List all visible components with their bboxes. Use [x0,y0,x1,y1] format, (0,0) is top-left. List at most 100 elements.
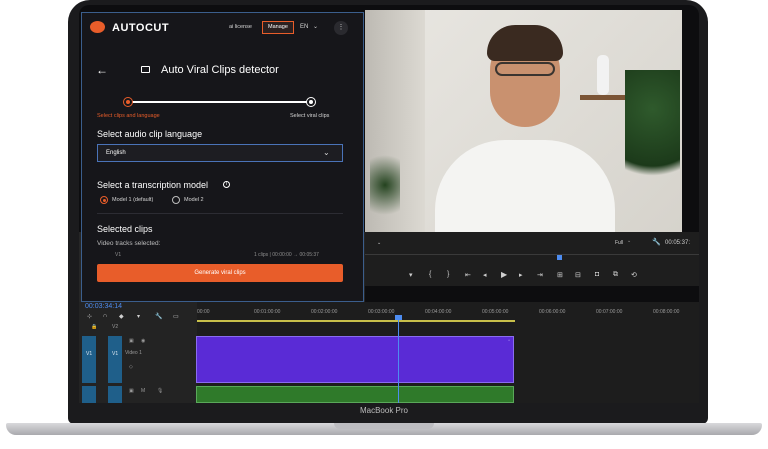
chevron-down-icon[interactable]: ⌄ [627,238,631,244]
work-area-bar[interactable] [197,320,515,322]
transport-controls: ▾ { } ⇤ ◂ ▶ ▸ ⇥ ⊞ ⊟ ◘ ⧉ ⟲ [365,266,699,286]
overwrite-icon[interactable]: ⊟ [575,271,581,279]
video-vase [597,55,609,95]
wrench-icon[interactable]: 🔧 [652,238,661,246]
sequence-timecode[interactable]: 00:03:34:14 [85,303,122,310]
camera-icon[interactable]: ▣ [129,338,134,344]
autocut-logo-icon [90,21,105,33]
captions-icon[interactable]: ▭ [173,313,179,320]
track-name: V1 [115,252,122,258]
audio-language-select[interactable]: English [97,144,343,162]
video-person-shirt [435,140,615,232]
ruler-tick-label: 00:02:00:00 [311,309,338,315]
marker-icon[interactable]: ▾ [137,313,140,320]
fx-badge: ▫ [508,338,510,344]
keyframe-icon[interactable]: ◇ [129,364,133,370]
a1-target-track[interactable] [108,386,122,403]
chevron-down-icon[interactable]: ⌄ [323,148,330,157]
mute-label[interactable]: M [141,388,145,394]
autocut-brand: AUTOCUT [112,22,170,34]
clips-summary[interactable]: 1 clips | 00:00:00 → 00:05:37 [254,252,319,258]
program-monitor-video [365,10,682,232]
section-divider [97,213,343,214]
chevron-down-icon[interactable]: ⌄ [377,240,381,246]
marker-icon[interactable]: ▾ [409,271,413,279]
add-edit-icon[interactable]: ◆ [119,313,124,320]
v1-label: V1 [112,351,119,357]
program-playhead[interactable] [557,255,562,260]
wrench-icon[interactable]: 🔧 [155,313,162,320]
play-icon[interactable]: ▶ [501,270,507,279]
ruler-tick-label: 00:01:00:00 [254,309,281,315]
eye-icon[interactable]: ◉ [141,338,145,344]
video-plant-left [370,145,400,225]
ruler-tick-label: 00:03:00:00 [368,309,395,315]
v1-target-track[interactable]: V1 [108,336,122,383]
program-timecode: 00:05:37: [665,240,691,246]
link-icon[interactable]: ∩ [103,313,107,319]
mark-out-icon[interactable]: } [447,271,449,278]
timeline-track-headers: ⊹ ∩ ◆ ▾ 🔧 ▭ 🔒 V2 ▣ ◉ Video 1 ◇ ▣ M 🎙 [79,302,197,403]
go-to-in-icon[interactable]: ⇤ [465,271,471,279]
ruler-tick-label: 00:05:00:00 [482,309,509,315]
ruler-tick-label: 00:06:00:00 [539,309,566,315]
license-label: ai license [229,24,252,30]
step-back-icon[interactable]: ◂ [483,271,487,279]
program-monitor-bar: ⌄ Full ⌄ 🔧 00:05:37: [365,232,699,266]
video-person-hair [487,25,563,61]
ruler-tick-label: 00:04:00:00 [425,309,452,315]
v2-label: V2 [112,324,119,330]
video-clip[interactable]: ▫ [196,336,514,383]
step-2-label: Select viral clips [290,113,330,119]
step-1-label: Select clips and language [97,113,160,119]
a1-source-track[interactable] [82,386,96,403]
lock-icon[interactable]: 🔒 [91,324,97,330]
button-editor-icon[interactable]: ⟲ [631,271,637,279]
generate-viral-clips-button[interactable]: Generate viral clips [97,264,343,282]
model-1-radio-dot [102,198,106,202]
page-title: Auto Viral Clips detector [161,64,279,76]
snap-icon[interactable]: ⊹ [87,313,92,320]
go-to-out-icon[interactable]: ⇥ [537,271,543,279]
timeline-playhead[interactable] [398,316,399,403]
step-2-dot [309,100,313,104]
ruler-tick-label: 00:07:00:00 [596,309,623,315]
manage-button[interactable]: Manage [262,21,294,34]
selected-clips-heading: Selected clips [97,224,153,234]
program-scrubber[interactable] [365,254,699,261]
more-options-button[interactable]: ⋮ [334,21,348,35]
v1-source-track[interactable]: V1 [82,336,96,383]
language-select[interactable]: EN ⌄ [300,21,328,34]
ruler-tick-label: 00:00 [197,309,210,315]
video-track-name: Video 1 [125,350,142,356]
device-model-label: MacBook Pro [359,406,409,415]
transcription-heading: Select a transcription model [97,180,209,190]
camera-icon[interactable]: ▣ [129,388,134,394]
info-icon[interactable]: i [223,181,230,188]
stepper-line [128,101,312,103]
language-code: EN [300,24,309,30]
video-camera-icon [141,66,150,73]
insert-icon[interactable]: ⊞ [557,271,563,279]
model-2-label[interactable]: Model 2 [184,197,204,203]
model-2-radio[interactable] [172,196,180,204]
compare-icon[interactable]: ⧉ [613,271,618,279]
step-forward-icon[interactable]: ▸ [519,271,523,279]
video-plant-right [625,70,680,200]
timeline-playhead-handle[interactable] [395,315,402,320]
chevron-down-icon: ⌄ [313,24,319,30]
back-arrow-icon[interactable]: ← [96,63,108,77]
camera-icon[interactable]: ◘ [595,271,599,278]
audio-clip[interactable] [196,386,514,403]
v1-label: V1 [86,351,93,357]
mark-in-icon[interactable]: { [429,271,431,278]
video-tracks-label: Video tracks selected: [97,240,161,247]
audio-language-heading: Select audio clip language [97,129,203,139]
fit-select[interactable]: Full [615,240,623,246]
laptop-notch [334,423,434,429]
step-1-dot [126,100,130,104]
video-person-glasses [495,62,555,76]
ruler-tick-label: 00:08:00:00 [653,309,680,315]
mic-icon[interactable]: 🎙 [157,388,163,394]
model-1-label[interactable]: Model 1 (default) [112,197,153,203]
